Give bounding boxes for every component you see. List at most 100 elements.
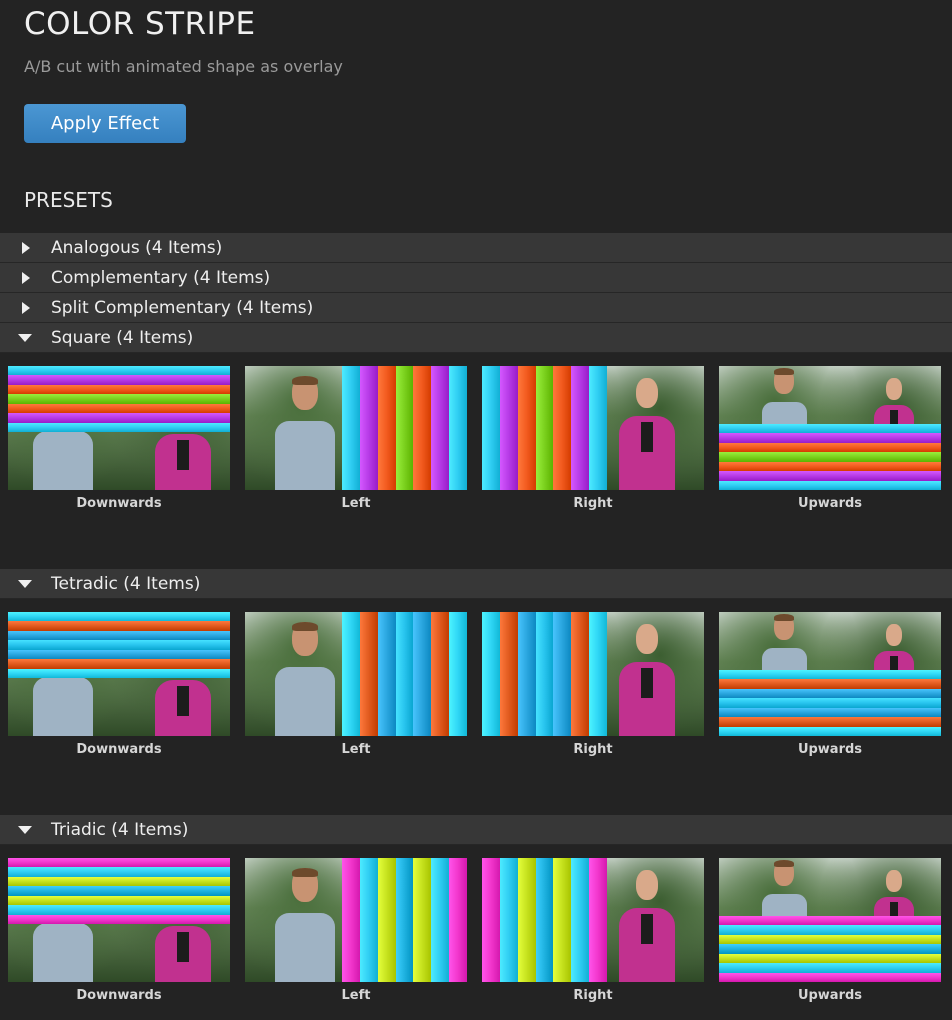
color-stripe <box>8 366 230 376</box>
stripe-overlay <box>719 670 941 736</box>
stripe-overlay <box>719 424 941 490</box>
preset-thumb-downwards[interactable] <box>8 612 230 736</box>
preset-caption: Upwards <box>797 742 863 757</box>
stripe-overlay <box>342 612 467 736</box>
preset-thumb-upwards[interactable] <box>719 858 941 982</box>
thumbs-tetradic: Downwards Left Right Upwards <box>0 612 952 762</box>
stripe-overlay <box>482 366 608 490</box>
preset-caption: Left <box>341 496 371 511</box>
color-stripe <box>517 612 536 736</box>
color-stripe <box>377 366 396 490</box>
apply-effect-button[interactable]: Apply Effect <box>24 104 186 143</box>
color-stripe <box>8 867 230 877</box>
preset-thumb-right[interactable] <box>482 612 704 736</box>
preset-thumb-right[interactable] <box>482 858 704 982</box>
woman-top <box>641 914 653 944</box>
color-stripe <box>8 895 230 906</box>
preset-thumb-upwards[interactable] <box>719 366 941 490</box>
stripe-overlay <box>8 612 230 678</box>
color-stripe <box>719 953 941 964</box>
stripe-overlay <box>719 916 941 982</box>
color-stripe <box>719 944 941 954</box>
color-stripe <box>395 612 414 736</box>
man-shirt <box>275 913 335 982</box>
color-stripe <box>8 375 230 385</box>
woman-top <box>641 422 653 452</box>
group-header-complementary[interactable]: Complementary (4 Items) <box>0 263 952 293</box>
color-stripe <box>499 612 518 736</box>
group-header-tetradic[interactable]: Tetradic (4 Items) <box>0 569 952 599</box>
color-stripe <box>719 707 941 718</box>
man-shirt <box>275 667 335 736</box>
man-shirt <box>275 421 335 490</box>
triangle-down-icon <box>18 825 32 834</box>
preset-caption: Left <box>341 742 371 757</box>
color-stripe <box>499 858 518 982</box>
woman-face <box>636 870 658 900</box>
color-stripe <box>8 640 230 650</box>
color-stripe <box>8 886 230 896</box>
color-stripe <box>413 612 432 736</box>
color-stripe <box>719 461 941 472</box>
man-hair <box>292 376 318 385</box>
woman-face <box>886 624 902 646</box>
preset-thumb-downwards[interactable] <box>8 366 230 490</box>
woman-face <box>886 870 902 892</box>
color-stripe <box>517 858 536 982</box>
color-stripe <box>449 858 467 982</box>
color-stripe <box>359 612 378 736</box>
color-stripe <box>8 876 230 887</box>
triangle-right-icon <box>22 241 30 254</box>
color-stripe <box>8 668 230 678</box>
preset-thumb-right[interactable] <box>482 366 704 490</box>
color-stripe <box>8 384 230 395</box>
preset-thumb-upwards[interactable] <box>719 612 941 736</box>
stripe-overlay <box>8 858 230 924</box>
stripe-overlay <box>482 858 608 982</box>
color-stripe <box>8 621 230 631</box>
man-hair <box>774 614 794 621</box>
preset-thumb-left[interactable] <box>245 366 467 490</box>
stripe-overlay <box>8 366 230 432</box>
color-stripe <box>413 858 432 982</box>
color-stripe <box>719 925 941 935</box>
color-stripe <box>359 366 378 490</box>
group-header-split-complementary[interactable]: Split Complementary (4 Items) <box>0 293 952 323</box>
woman-top <box>177 440 189 470</box>
color-stripe <box>719 452 941 462</box>
color-stripe <box>571 858 590 982</box>
color-stripe <box>8 659 230 669</box>
group-header-analogous[interactable]: Analogous (4 Items) <box>0 233 952 263</box>
preset-caption: Downwards <box>76 742 162 757</box>
preset-thumb-left[interactable] <box>245 612 467 736</box>
color-stripe <box>719 480 941 490</box>
color-stripe <box>342 612 360 736</box>
preset-caption: Downwards <box>76 496 162 511</box>
color-stripe <box>535 366 554 490</box>
preset-caption: Right <box>573 496 613 511</box>
color-stripe <box>8 403 230 414</box>
color-stripe <box>8 649 230 660</box>
color-stripe <box>431 858 450 982</box>
effect-subtitle: A/B cut with animated shape as overlay <box>24 57 343 76</box>
woman-face <box>636 624 658 654</box>
triangle-down-icon <box>18 579 32 588</box>
preset-thumb-left[interactable] <box>245 858 467 982</box>
group-header-triadic[interactable]: Triadic (4 Items) <box>0 815 952 845</box>
preset-thumb-downwards[interactable] <box>8 858 230 982</box>
color-stripe <box>719 698 941 708</box>
color-stripe <box>535 612 554 736</box>
color-stripe <box>719 442 941 453</box>
presets-heading: PRESETS <box>24 188 113 212</box>
group-header-square[interactable]: Square (4 Items) <box>0 323 952 353</box>
man-shirt <box>33 677 93 736</box>
color-stripe <box>589 366 608 490</box>
group-label: Complementary (4 Items) <box>51 267 271 288</box>
group-label: Triadic (4 Items) <box>51 819 189 840</box>
color-stripe <box>8 905 230 915</box>
group-label: Square (4 Items) <box>51 327 194 348</box>
preset-caption: Left <box>341 988 371 1003</box>
color-stripe <box>8 422 230 432</box>
color-stripe <box>571 366 590 490</box>
color-stripe <box>449 366 467 490</box>
